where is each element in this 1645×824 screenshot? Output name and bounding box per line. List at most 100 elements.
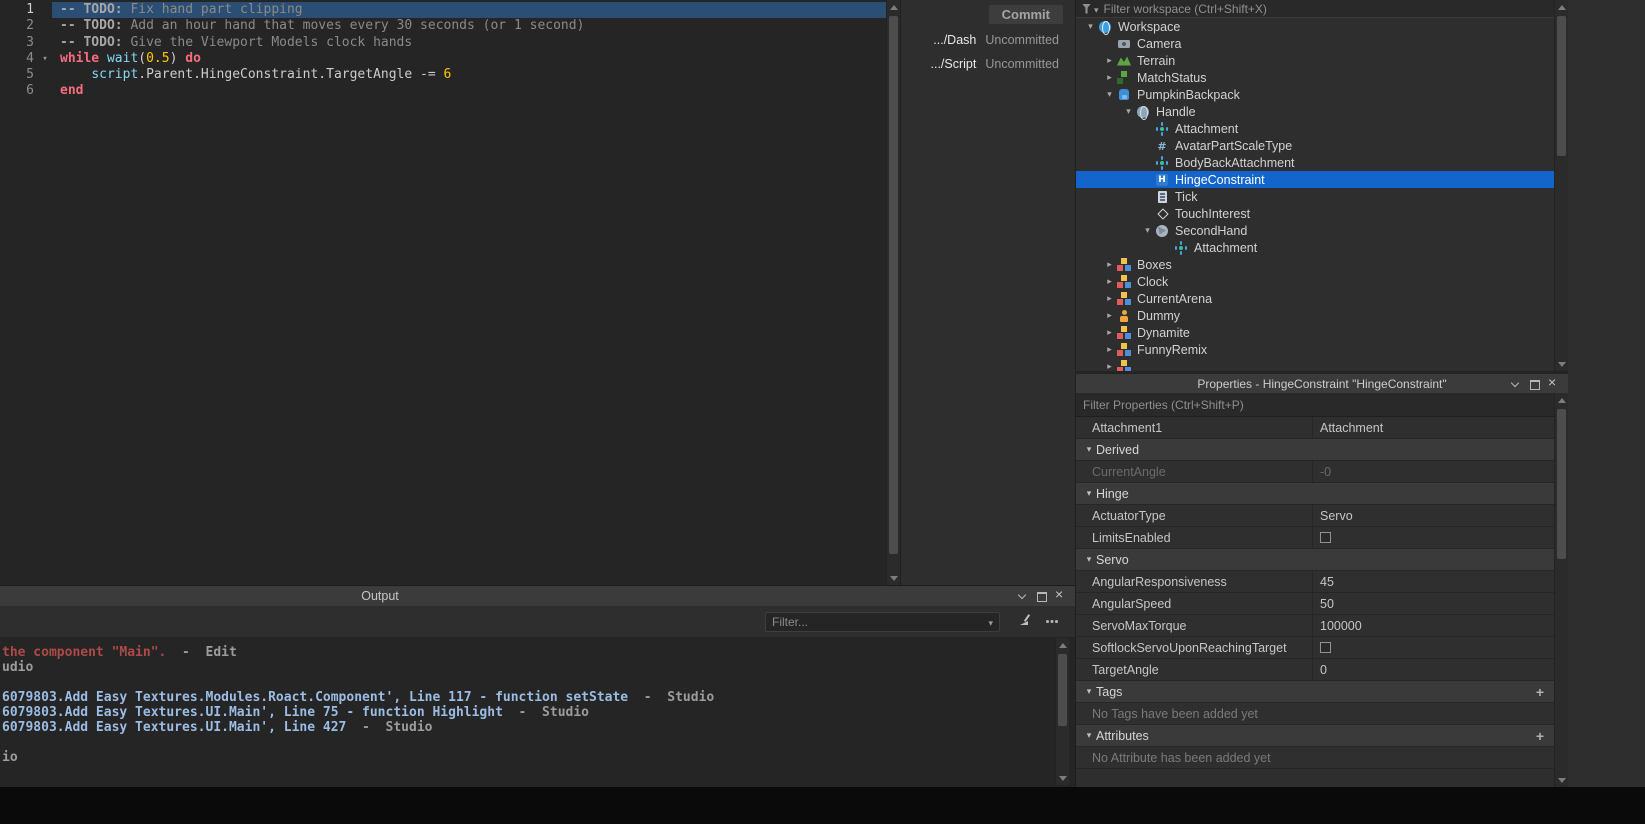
explorer-item-camera[interactable]: Camera (1076, 35, 1555, 52)
property-row-angularspeed[interactable]: AngularSpeed 50 (1076, 593, 1555, 615)
scroll-up-icon[interactable] (1555, 0, 1568, 14)
scrollbar-thumb[interactable] (1058, 654, 1067, 726)
properties-header[interactable]: Properties - HingeConstraint "HingeConst… (1076, 374, 1568, 393)
code-line[interactable]: 3 -- TODO: Give the Viewport Models cloc… (0, 35, 886, 51)
chevron-down-icon[interactable] (1510, 379, 1520, 389)
scrollbar-thumb[interactable] (889, 16, 898, 554)
section-servo[interactable]: Servo (1076, 549, 1555, 571)
float-window-icon[interactable] (1036, 591, 1047, 602)
output-vertical-scrollbar[interactable] (1055, 638, 1069, 785)
explorer-item-bodybackattachment[interactable]: BodyBackAttachment (1076, 154, 1555, 171)
close-icon[interactable] (1548, 375, 1558, 389)
close-icon[interactable] (1055, 587, 1065, 601)
property-row-angularresponsiveness[interactable]: AngularResponsiveness 45 (1076, 571, 1555, 593)
code-line[interactable]: 1 -- TODO: Fix hand part clipping (0, 2, 886, 19)
explorer-item-partial[interactable] (1076, 358, 1555, 371)
collapse-arrow-icon[interactable] (1082, 686, 1096, 697)
expand-arrow-icon[interactable] (1103, 310, 1116, 321)
explorer-item-pumpkinbackpack[interactable]: PumpkinBackpack (1076, 86, 1555, 103)
collapse-arrow-icon[interactable] (1082, 730, 1096, 741)
output-line[interactable]: 6079803.Add Easy Textures.Modules.Roact.… (2, 690, 1075, 705)
expand-arrow-icon[interactable] (1103, 327, 1116, 338)
output-header[interactable]: Output (0, 586, 1075, 606)
section-hinge[interactable]: Hinge (1076, 483, 1555, 505)
collapse-arrow-icon[interactable] (1082, 554, 1096, 565)
fold-column[interactable] (38, 35, 52, 51)
line-number[interactable]: 5 (0, 67, 38, 83)
add-tag-button[interactable] (1534, 684, 1546, 700)
dropdown-caret-icon[interactable] (988, 615, 993, 629)
collapse-arrow-icon[interactable] (1084, 21, 1097, 32)
property-row-targetangle[interactable]: TargetAngle 0 (1076, 659, 1555, 681)
scroll-down-icon[interactable] (1555, 357, 1568, 371)
explorer-filter-input[interactable]: Filter workspace (Ctrl+Shift+X) (1076, 0, 1568, 18)
scroll-up-icon[interactable] (1555, 393, 1568, 407)
collapse-arrow-icon[interactable] (1141, 225, 1154, 236)
output-line[interactable]: 6079803.Add Easy Textures.UI.Main', Line… (2, 705, 1075, 720)
fold-column[interactable] (38, 18, 52, 34)
expand-arrow-icon[interactable] (1103, 55, 1116, 66)
explorer-item-tick[interactable]: Tick (1076, 188, 1555, 205)
expand-arrow-icon[interactable] (1103, 344, 1116, 355)
softlock-checkbox[interactable] (1320, 642, 1331, 653)
script-editor[interactable]: 1 -- TODO: Fix hand part clipping 2 -- T… (0, 0, 900, 585)
output-line[interactable]: the component "Main". - Edit (2, 645, 1075, 660)
code-line[interactable]: 2 -- TODO: Add an hour hand that moves e… (0, 18, 886, 34)
collapse-arrow-icon[interactable] (1103, 89, 1116, 100)
chevron-down-icon[interactable] (1017, 591, 1027, 601)
explorer-vertical-scrollbar[interactable] (1554, 0, 1568, 371)
explorer-item-boxes[interactable]: Boxes (1076, 256, 1555, 273)
scrollbar-thumb[interactable] (1557, 16, 1566, 156)
property-value[interactable]: Attachment (1313, 417, 1555, 438)
collapse-arrow-icon[interactable] (1082, 488, 1096, 499)
output-filter-input[interactable]: Filter... (765, 612, 1000, 632)
fold-column[interactable] (38, 83, 52, 99)
filter-caret-icon[interactable] (1094, 2, 1099, 16)
explorer-tree[interactable]: Workspace Camera Terrain MatchStatus Pum… (1076, 18, 1555, 371)
section-attributes[interactable]: Attributes (1076, 725, 1555, 747)
property-value[interactable]: 50 (1313, 593, 1555, 614)
explorer-item-hingeconstraint[interactable]: HingeConstraint (1076, 171, 1555, 188)
scroll-up-icon[interactable] (1056, 638, 1069, 652)
code-line[interactable]: 4 while wait(0.5) do (0, 51, 886, 67)
property-row-servomaxtorque[interactable]: ServoMaxTorque 100000 (1076, 615, 1555, 637)
property-row-actuatortype[interactable]: ActuatorType Servo (1076, 505, 1555, 527)
code-area[interactable]: 1 -- TODO: Fix hand part clipping 2 -- T… (0, 0, 886, 100)
scroll-up-icon[interactable] (887, 0, 900, 14)
limits-enabled-checkbox[interactable] (1320, 532, 1331, 543)
code-line[interactable]: 6 end (0, 83, 886, 99)
expand-arrow-icon[interactable] (1103, 259, 1116, 270)
line-number[interactable]: 3 (0, 35, 38, 51)
fold-column[interactable] (38, 67, 52, 83)
explorer-item-currentarena[interactable]: CurrentArena (1076, 290, 1555, 307)
scroll-down-icon[interactable] (887, 571, 900, 585)
line-number[interactable]: 2 (0, 18, 38, 34)
fold-column[interactable] (38, 2, 52, 18)
float-window-icon[interactable] (1529, 379, 1540, 390)
explorer-item-funnyremix[interactable]: FunnyRemix (1076, 341, 1555, 358)
explorer-item-avatarpartscaletype[interactable]: AvatarPartScaleType (1076, 137, 1555, 154)
explorer-item-workspace[interactable]: Workspace (1076, 18, 1555, 35)
line-number[interactable]: 4 (0, 51, 38, 67)
explorer-item-terrain[interactable]: Terrain (1076, 52, 1555, 69)
explorer-item-dummy[interactable]: Dummy (1076, 307, 1555, 324)
property-row-softlockservo[interactable]: SoftlockServoUponReachingTarget (1076, 637, 1555, 659)
explorer-item-secondhand[interactable]: SecondHand (1076, 222, 1555, 239)
line-number[interactable]: 6 (0, 83, 38, 99)
expand-arrow-icon[interactable] (1103, 361, 1116, 371)
explorer-item-matchstatus[interactable]: MatchStatus (1076, 69, 1555, 86)
expand-arrow-icon[interactable] (1103, 72, 1116, 83)
scroll-down-icon[interactable] (1056, 771, 1069, 785)
add-attribute-button[interactable] (1534, 728, 1546, 744)
explorer-item-handle[interactable]: Handle (1076, 103, 1555, 120)
expand-arrow-icon[interactable] (1103, 276, 1116, 287)
property-value[interactable]: 45 (1313, 571, 1555, 592)
property-value[interactable]: Servo (1313, 505, 1555, 526)
property-value[interactable]: 100000 (1313, 615, 1555, 636)
explorer-item-touchinterest[interactable]: TouchInterest (1076, 205, 1555, 222)
expand-arrow-icon[interactable] (1103, 293, 1116, 304)
explorer-item-dynamite[interactable]: Dynamite (1076, 324, 1555, 341)
properties-filter-input[interactable]: Filter Properties (Ctrl+Shift+P) (1076, 393, 1568, 417)
section-derived[interactable]: Derived (1076, 439, 1555, 461)
output-line[interactable]: 6079803.Add Easy Textures.UI.Main', Line… (2, 720, 1075, 735)
